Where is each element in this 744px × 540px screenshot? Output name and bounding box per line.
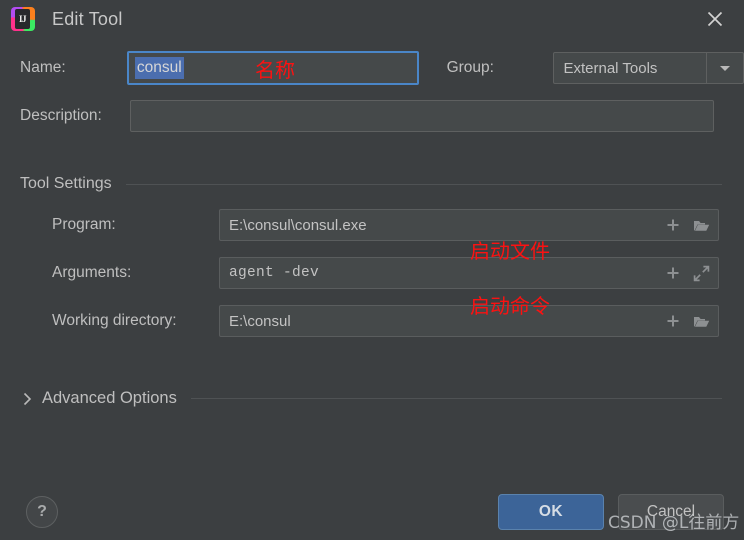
description-row: Description:: [0, 100, 744, 132]
section-divider: [125, 183, 722, 185]
advanced-options-expander[interactable]: Advanced Options: [0, 389, 744, 408]
cancel-button[interactable]: Cancel: [618, 494, 724, 530]
advanced-divider: [190, 398, 722, 399]
description-input[interactable]: [130, 100, 714, 132]
group-label: Group:: [446, 59, 494, 76]
working-directory-field-icons: [664, 306, 710, 336]
working-directory-input[interactable]: E:\consul: [219, 305, 719, 337]
name-row: Name: consul Group: External Tools: [0, 51, 744, 85]
arguments-input-value: agent -dev: [229, 265, 320, 281]
folder-icon[interactable]: [692, 312, 710, 330]
description-label: Description:: [20, 107, 102, 124]
program-label: Program:: [52, 216, 116, 233]
working-directory-input-value: E:\consul: [229, 312, 291, 330]
group-select[interactable]: External Tools: [553, 52, 744, 84]
name-label: Name:: [20, 59, 66, 76]
arguments-label: Arguments:: [52, 264, 132, 281]
ok-button[interactable]: OK: [498, 494, 604, 530]
working-directory-label: Working directory:: [52, 312, 177, 329]
arguments-field-icons: [664, 258, 710, 288]
expand-icon[interactable]: [692, 264, 710, 282]
tool-settings-title: Tool Settings: [20, 175, 112, 192]
plus-icon[interactable]: [664, 312, 682, 330]
plus-icon[interactable]: [664, 216, 682, 234]
chevron-right-icon: [20, 392, 34, 406]
program-field-icons: [664, 210, 710, 240]
advanced-options-label: Advanced Options: [42, 389, 177, 407]
plus-icon[interactable]: [664, 264, 682, 282]
tool-settings-section-header: Tool Settings: [0, 175, 744, 193]
name-input[interactable]: consul: [126, 51, 419, 85]
program-row: Program: E:\consul\consul.exe: [0, 209, 744, 241]
folder-icon[interactable]: [692, 216, 710, 234]
program-input-value: E:\consul\consul.exe: [229, 216, 367, 234]
group-select-value: External Tools: [563, 59, 658, 77]
chevron-down-icon[interactable]: [706, 53, 743, 83]
arguments-input[interactable]: agent -dev: [219, 257, 719, 289]
name-input-value: consul: [134, 57, 184, 79]
intellij-idea-icon: IJ: [10, 6, 36, 32]
arguments-row: Arguments: agent -dev: [0, 257, 744, 289]
working-directory-row: Working directory: E:\consul: [0, 305, 744, 337]
help-button[interactable]: ?: [26, 496, 58, 528]
window-title: Edit Tool: [52, 8, 123, 29]
program-input[interactable]: E:\consul\consul.exe: [219, 209, 719, 241]
close-icon[interactable]: [700, 4, 730, 34]
title-bar: IJ Edit Tool: [0, 0, 744, 38]
footer-bar: ? OK Cancel: [0, 484, 744, 540]
